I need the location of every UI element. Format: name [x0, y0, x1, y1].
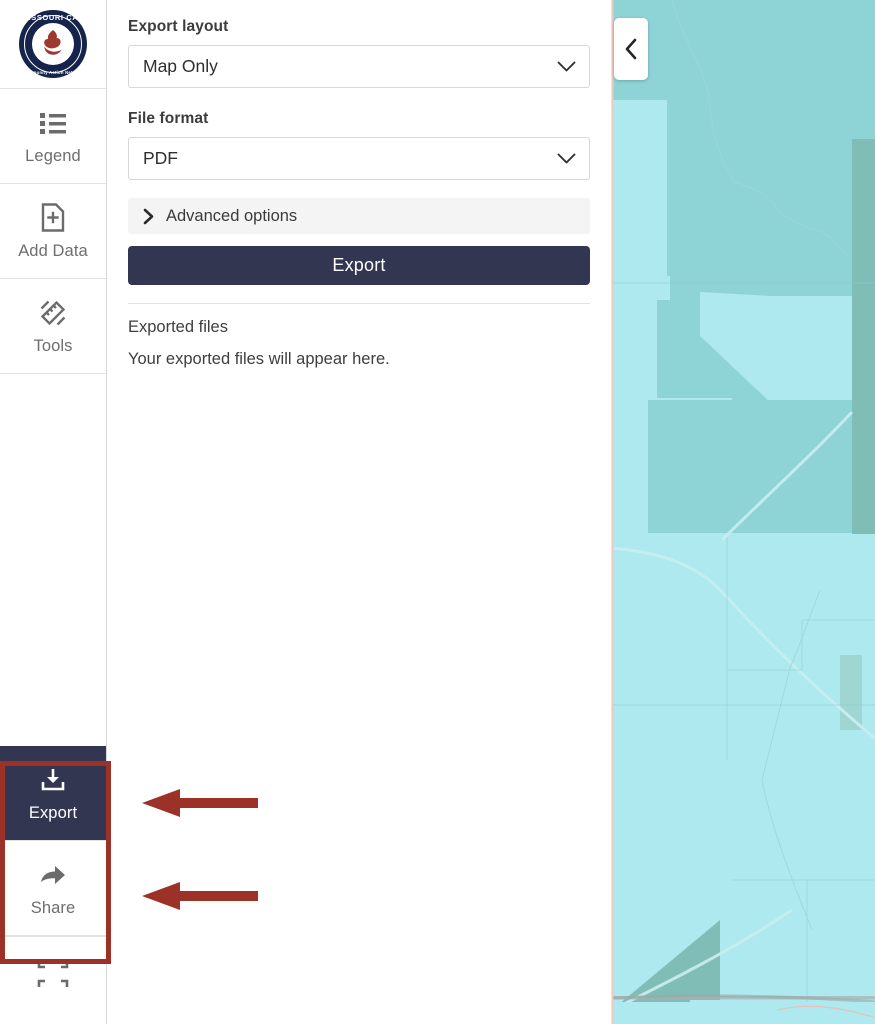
- file-plus-icon: [38, 203, 68, 233]
- file-format-label: File format: [128, 110, 209, 127]
- sidebar-item-label: Legend: [25, 146, 81, 165]
- panel-divider: [128, 303, 590, 304]
- advanced-options-label: Advanced options: [166, 206, 298, 225]
- file-format-select[interactable]: PDF: [128, 137, 590, 180]
- chevron-left-icon: [625, 38, 637, 60]
- map-viewport[interactable]: Battlefield GREE H: [612, 0, 875, 1024]
- sidebar-collapse-button[interactable]: [0, 936, 106, 1024]
- list-icon: [38, 108, 68, 138]
- download-icon: [38, 765, 68, 795]
- file-format-value: PDF: [143, 148, 178, 168]
- export-layout-label: Export layout: [128, 18, 229, 35]
- sidebar-item-label: Export: [28, 803, 78, 822]
- share-icon: [38, 860, 68, 890]
- exported-files-title: Exported files: [128, 318, 228, 336]
- advanced-options-toggle[interactable]: Advanced options: [128, 198, 590, 234]
- chevron-down-icon: [557, 61, 576, 73]
- sidebar-item-label: Tools: [33, 336, 73, 355]
- export-layout-value: Map Only: [143, 56, 218, 76]
- sidebar-item-label: Add Data: [18, 241, 88, 260]
- sidebar-item-label: Share: [30, 898, 76, 917]
- app-logo[interactable]: MISSOURI CAN Community Action Network: [0, 0, 106, 89]
- export-panel: Export layout Map Only File format PDF A…: [107, 0, 612, 1024]
- chevron-right-icon: [143, 208, 154, 225]
- map-panel-collapse-button[interactable]: [614, 18, 648, 80]
- export-screen: MISSOURI CAN Community Action Network Le…: [0, 0, 875, 1024]
- map-canvas: [612, 0, 875, 1024]
- missouri-can-logo-icon: MISSOURI CAN Community Action Network: [19, 10, 87, 78]
- export-layout-select[interactable]: Map Only: [128, 45, 590, 88]
- sidebar-item-add-data[interactable]: Add Data: [0, 184, 106, 279]
- sidebar-item-share[interactable]: Share: [0, 841, 106, 936]
- sidebar-item-export[interactable]: Export: [0, 746, 106, 841]
- export-button[interactable]: Export: [128, 246, 590, 285]
- sidebar-item-legend[interactable]: Legend: [0, 89, 106, 184]
- tools-icon: [38, 298, 68, 328]
- rail-bottom-group: Export Share: [0, 746, 106, 1024]
- collapse-inward-icon: [37, 961, 69, 987]
- logo-mark-icon: [44, 30, 62, 55]
- exported-files-empty-message: Your exported files will appear here.: [128, 350, 390, 368]
- left-nav-rail: MISSOURI CAN Community Action Network Le…: [0, 0, 111, 1024]
- chevron-down-icon: [557, 153, 576, 165]
- sidebar-item-tools[interactable]: Tools: [0, 279, 106, 374]
